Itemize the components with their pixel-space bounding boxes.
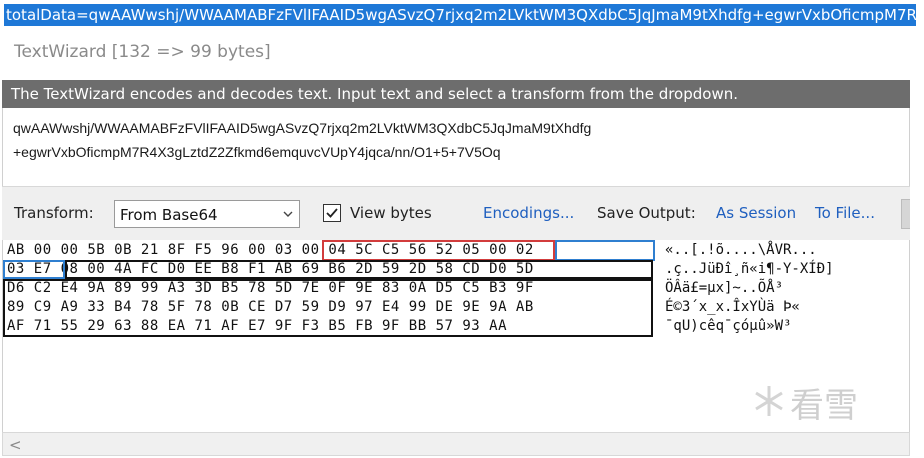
chevron-down-icon xyxy=(283,211,293,217)
right-edge xyxy=(910,30,924,458)
hex-row: 89 C9 A9 33 B4 78 5F 78 0B CE D7 59 D9 9… xyxy=(7,299,534,315)
hex-row: AF 71 55 29 63 88 EA 71 AF E7 9F F3 B5 F… xyxy=(7,318,508,334)
toolbar: Transform: From Base64 View bytes Encodi… xyxy=(2,186,915,240)
input-line-2: +egwrVxbOficmpM7R4X3gLztdZ2Zfkmd6emquvcV… xyxy=(13,144,501,160)
transform-value: From Base64 xyxy=(120,206,218,224)
info-bar: The TextWizard encodes and decodes text.… xyxy=(2,80,910,108)
ascii-row: ÖÂä£=µx]~..ÕÅ³ xyxy=(665,280,784,296)
selected-text-bar: totalData=qwAAWwshj/WWAAMABFzFVlIFAAID5w… xyxy=(0,0,924,30)
horizontal-scrollbar[interactable]: < xyxy=(2,432,910,456)
ascii-row: «..[.!õ....\ÅVR... xyxy=(665,242,817,258)
to-file-link[interactable]: To File... xyxy=(815,204,875,222)
save-output-label: Save Output: xyxy=(597,204,696,222)
encodings-link[interactable]: Encodings... xyxy=(483,204,574,222)
window-title: TextWizard [132 => 99 bytes] xyxy=(14,42,271,62)
ascii-row: .ç..JüÐî¸ñ«i¶-Y-XÍÐ] xyxy=(665,261,834,277)
window-titlebar: TextWizard [132 => 99 bytes] xyxy=(0,30,924,75)
snowflake-icon xyxy=(755,386,783,416)
blue-highlight-box-top xyxy=(555,240,655,261)
as-session-link[interactable]: As Session xyxy=(716,204,796,222)
view-bytes-checkbox[interactable] xyxy=(323,204,341,222)
hex-row: AB 00 00 5B 0B 21 8F F5 96 00 03 00 04 5… xyxy=(7,242,534,258)
ascii-row: É©3´x_x.ÎxYÙä Þ« xyxy=(665,299,800,315)
transform-label: Transform: xyxy=(14,204,94,222)
arrow-left-icon[interactable]: < xyxy=(9,436,22,454)
watermark-text: 看雪 xyxy=(790,386,858,426)
ascii-row: ¯qU)cêq¯çóµû»W³ xyxy=(665,318,792,334)
checkmark-icon xyxy=(326,208,338,218)
selected-text[interactable]: totalData=qwAAWwshj/WWAAMABFzFVlIFAAID5w… xyxy=(4,4,916,26)
transform-dropdown[interactable]: From Base64 xyxy=(114,200,300,228)
view-bytes-label[interactable]: View bytes xyxy=(350,204,432,222)
input-textarea[interactable]: qwAAWwshj/WWAAMABFzFVlIFAAID5wgASvzQ7rjx… xyxy=(2,108,910,186)
hex-row: 03 E7 08 00 4A FC D0 EE B8 F1 AB 69 B6 2… xyxy=(7,261,534,277)
input-line-1: qwAAWwshj/WWAAMABFzFVlIFAAID5wgASvzQ7rjx… xyxy=(13,120,592,136)
hex-row: D6 C2 E4 9A 89 99 A3 3D B5 78 5D 7E 0F 9… xyxy=(7,280,534,296)
